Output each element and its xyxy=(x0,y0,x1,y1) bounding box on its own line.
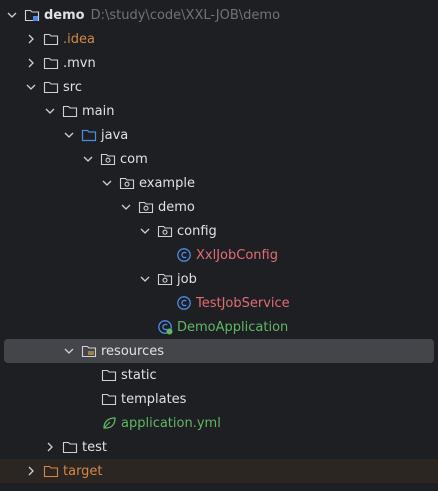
folder-icon xyxy=(43,79,59,95)
tree-item-label: resources xyxy=(101,343,165,359)
chevron-down-icon[interactable] xyxy=(120,201,132,213)
folder-icon xyxy=(43,31,59,47)
module-folder-icon xyxy=(24,7,40,23)
folder-icon xyxy=(101,391,117,407)
chevron-right-icon[interactable] xyxy=(25,33,37,45)
tree-item-main[interactable]: main xyxy=(0,99,438,123)
tree-item-xxljobconfig[interactable]: XxlJobConfig xyxy=(0,243,438,267)
tree-item-src[interactable]: src xyxy=(0,75,438,99)
tree-item-demoapplication[interactable]: DemoApplication xyxy=(0,315,438,339)
tree-item-label: .idea xyxy=(63,31,95,47)
tree-item-label: config xyxy=(177,223,217,239)
tree-item-com[interactable]: com xyxy=(0,147,438,171)
class-icon xyxy=(176,295,192,311)
chevron-down-icon[interactable] xyxy=(82,153,94,165)
resources-folder-icon xyxy=(81,343,97,359)
tree-item-target[interactable]: target xyxy=(0,459,438,483)
chevron-right-icon[interactable] xyxy=(25,57,37,69)
chevron-down-icon[interactable] xyxy=(25,81,37,93)
class-icon xyxy=(176,247,192,263)
tree-item-label: target xyxy=(63,463,103,479)
folder-icon xyxy=(101,367,117,383)
tree-item-demo-package[interactable]: demo xyxy=(0,195,438,219)
tree-item-label: java xyxy=(101,127,129,143)
tree-item-mvn[interactable]: .mvn xyxy=(0,51,438,75)
tree-item-static[interactable]: static xyxy=(0,363,438,387)
tree-item-application-yml[interactable]: application.yml xyxy=(0,411,438,435)
tree-item-label: src xyxy=(63,79,82,95)
tree-item-label: TestJobService xyxy=(196,295,290,311)
tree-item-label: test xyxy=(82,439,107,455)
tree-item-label: .mvn xyxy=(63,55,96,71)
tree-item-label: XxlJobConfig xyxy=(196,247,278,263)
package-icon xyxy=(100,151,116,167)
folder-icon xyxy=(62,103,78,119)
excluded-folder-icon xyxy=(43,463,59,479)
tree-item-label: demo xyxy=(158,199,195,215)
tree-item-resources[interactable]: resources xyxy=(4,339,434,363)
chevron-down-icon[interactable] xyxy=(6,9,18,21)
chevron-down-icon[interactable] xyxy=(101,177,113,189)
folder-icon xyxy=(62,439,78,455)
package-icon xyxy=(138,199,154,215)
tree-item-idea[interactable]: .idea xyxy=(0,27,438,51)
folder-icon xyxy=(43,55,59,71)
tree-item-label: demo xyxy=(44,7,85,23)
tree-item-label: job xyxy=(177,271,197,287)
chevron-right-icon[interactable] xyxy=(25,465,37,477)
project-path: D:\study\code\XXL-JOB\demo xyxy=(90,7,281,23)
chevron-down-icon[interactable] xyxy=(139,225,151,237)
tree-item-label: application.yml xyxy=(121,415,221,431)
chevron-down-icon[interactable] xyxy=(44,105,56,117)
tree-item-label: static xyxy=(121,367,157,383)
tree-item-label: templates xyxy=(121,391,187,407)
project-tree: demo D:\study\code\XXL-JOB\demo .idea .m… xyxy=(0,0,438,491)
tree-item-demo-root[interactable]: demo D:\study\code\XXL-JOB\demo xyxy=(0,3,438,27)
tree-item-templates[interactable]: templates xyxy=(0,387,438,411)
tree-item-java[interactable]: java xyxy=(0,123,438,147)
tree-item-config[interactable]: config xyxy=(0,219,438,243)
spring-config-icon xyxy=(101,415,117,431)
tree-item-test[interactable]: test xyxy=(0,435,438,459)
chevron-down-icon[interactable] xyxy=(139,273,151,285)
tree-item-testjobservice[interactable]: TestJobService xyxy=(0,291,438,315)
tree-item-example[interactable]: example xyxy=(0,171,438,195)
tree-item-label: com xyxy=(120,151,148,167)
chevron-right-icon[interactable] xyxy=(44,441,56,453)
tree-item-label: main xyxy=(82,103,115,119)
package-icon xyxy=(119,175,135,191)
tree-item-job[interactable]: job xyxy=(0,267,438,291)
tree-item-label: example xyxy=(139,175,195,191)
package-icon xyxy=(157,223,173,239)
chevron-down-icon[interactable] xyxy=(63,345,75,357)
tree-item-label: DemoApplication xyxy=(177,319,289,335)
package-icon xyxy=(157,271,173,287)
chevron-down-icon[interactable] xyxy=(63,129,75,141)
source-folder-icon xyxy=(81,127,97,143)
spring-boot-class-icon xyxy=(157,319,173,335)
